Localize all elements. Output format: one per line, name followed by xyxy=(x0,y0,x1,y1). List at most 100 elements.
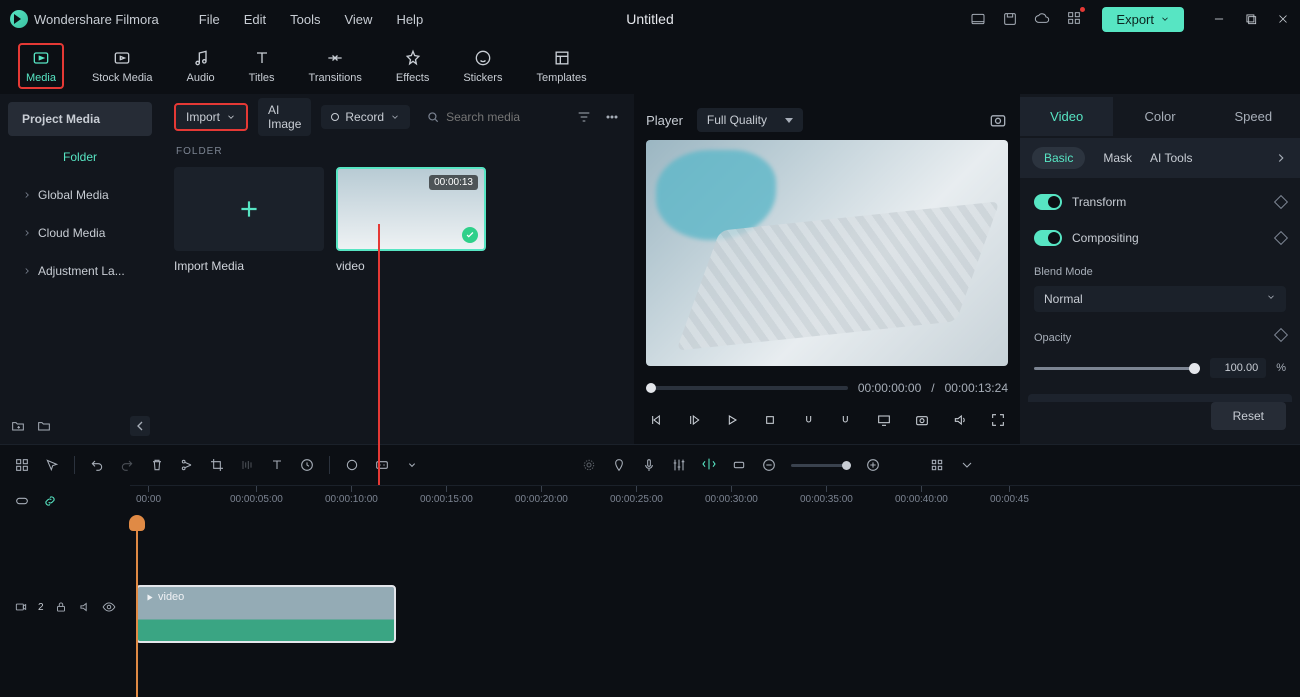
snapshot-icon[interactable] xyxy=(988,110,1008,130)
tab-transitions[interactable]: Transitions xyxy=(303,45,368,87)
tab-titles[interactable]: Titles xyxy=(243,45,281,87)
mixer-icon[interactable] xyxy=(671,457,687,473)
sidebar-collapse-button[interactable] xyxy=(130,416,150,436)
voiceover-icon[interactable] xyxy=(641,457,657,473)
menu-view[interactable]: View xyxy=(344,12,372,27)
scroll-right-icon[interactable] xyxy=(1274,151,1288,165)
new-bin-icon[interactable] xyxy=(36,418,52,434)
timeline-track-area[interactable]: video xyxy=(130,517,1300,693)
prop-tab-video[interactable]: Video xyxy=(1020,97,1113,136)
sidebar-project-media[interactable]: Project Media xyxy=(8,102,152,136)
menu-edit[interactable]: Edit xyxy=(244,12,266,27)
tab-stock-media[interactable]: Stock Media xyxy=(86,45,159,87)
stop-icon[interactable] xyxy=(762,412,778,428)
timeline-ruler[interactable]: 00:00 00:00:05:00 00:00:10:00 00:00:15:0… xyxy=(130,485,1300,517)
play-icon[interactable] xyxy=(724,412,740,428)
import-media-card[interactable]: Import Media xyxy=(174,167,324,273)
delete-icon[interactable] xyxy=(149,457,165,473)
media-clip-video[interactable]: 00:00:13 video xyxy=(336,167,486,273)
undo-icon[interactable] xyxy=(89,457,105,473)
keyframe-icon[interactable] xyxy=(1274,231,1288,245)
maximize-icon[interactable] xyxy=(1244,12,1258,26)
close-icon[interactable] xyxy=(1276,12,1290,26)
more-tools-icon[interactable] xyxy=(404,457,420,473)
menu-tools[interactable]: Tools xyxy=(290,12,320,27)
import-button[interactable]: Import xyxy=(174,103,248,131)
sidebar-cloud-media[interactable]: Cloud Media xyxy=(8,216,152,250)
layout-icon[interactable] xyxy=(970,11,986,27)
prop-tab-speed[interactable]: Speed xyxy=(1207,97,1300,136)
speed-icon[interactable] xyxy=(239,457,255,473)
transform-toggle[interactable] xyxy=(1034,194,1062,210)
link-icon[interactable] xyxy=(42,493,58,509)
record-button[interactable]: Record xyxy=(321,105,410,129)
prev-frame-icon[interactable] xyxy=(648,412,664,428)
snap-icon[interactable] xyxy=(731,457,747,473)
lock-icon[interactable] xyxy=(54,600,68,614)
redo-icon[interactable] xyxy=(119,457,135,473)
render-icon[interactable] xyxy=(299,457,315,473)
search-field[interactable] xyxy=(426,110,566,124)
display-icon[interactable] xyxy=(876,412,892,428)
prop-tab-color[interactable]: Color xyxy=(1113,97,1206,136)
text-icon[interactable] xyxy=(269,457,285,473)
crop-icon[interactable] xyxy=(209,457,225,473)
menu-help[interactable]: Help xyxy=(396,12,423,27)
blend-mode-select[interactable]: Normal xyxy=(1034,286,1286,312)
more-icon[interactable] xyxy=(604,109,620,125)
minimize-icon[interactable] xyxy=(1212,12,1226,26)
opacity-value[interactable]: 100.00 xyxy=(1210,358,1266,378)
apps-icon[interactable] xyxy=(1066,10,1082,26)
snapshot-btn-icon[interactable] xyxy=(914,412,930,428)
track-view-icon[interactable] xyxy=(929,457,945,473)
cloud-icon[interactable] xyxy=(1034,11,1050,27)
ai-image-button[interactable]: AI Image xyxy=(258,98,311,136)
play-from-start-icon[interactable] xyxy=(686,412,702,428)
subtab-mask[interactable]: Mask xyxy=(1103,151,1132,165)
volume-icon[interactable] xyxy=(952,412,968,428)
video-track-header[interactable]: 2 xyxy=(0,577,130,637)
filter-icon[interactable] xyxy=(576,109,592,125)
caption-icon[interactable] xyxy=(374,457,390,473)
mark-in-icon[interactable] xyxy=(800,412,816,428)
preview-viewport[interactable] xyxy=(646,140,1008,366)
subtab-ai-tools[interactable]: AI Tools xyxy=(1150,151,1192,165)
export-button[interactable]: Export xyxy=(1102,7,1184,32)
search-input[interactable] xyxy=(446,110,566,124)
quality-select[interactable]: Full Quality xyxy=(697,108,803,132)
tab-media[interactable]: Media xyxy=(18,43,64,89)
select-icon[interactable] xyxy=(44,457,60,473)
fullscreen-icon[interactable] xyxy=(990,412,1006,428)
auto-ripple-icon[interactable] xyxy=(701,456,717,472)
sidebar-adjustment-layers[interactable]: Adjustment La... xyxy=(8,254,152,288)
mark-out-icon[interactable] xyxy=(838,412,854,428)
seek-bar[interactable] xyxy=(646,386,848,390)
color-tag-icon[interactable] xyxy=(344,457,360,473)
sidebar-global-media[interactable]: Global Media xyxy=(8,178,152,212)
tab-templates[interactable]: Templates xyxy=(530,45,592,87)
timeline-clip[interactable]: video xyxy=(136,585,396,643)
reset-button[interactable]: Reset xyxy=(1211,402,1286,430)
marker-icon[interactable] xyxy=(611,457,627,473)
visibility-icon[interactable] xyxy=(102,600,116,614)
save-icon[interactable] xyxy=(1002,11,1018,27)
split-icon[interactable] xyxy=(179,457,195,473)
opacity-slider[interactable] xyxy=(1034,367,1200,370)
compositing-toggle[interactable] xyxy=(1034,230,1062,246)
ripple-icon[interactable] xyxy=(581,457,597,473)
link-toggle-icon[interactable] xyxy=(14,493,30,509)
tab-effects[interactable]: Effects xyxy=(390,45,435,87)
playhead[interactable] xyxy=(136,517,138,697)
tab-audio[interactable]: Audio xyxy=(181,45,221,87)
zoom-out-icon[interactable] xyxy=(761,457,777,473)
zoom-in-icon[interactable] xyxy=(865,457,881,473)
chevron-down-icon[interactable] xyxy=(959,457,975,473)
menu-file[interactable]: File xyxy=(199,12,220,27)
subtab-basic[interactable]: Basic xyxy=(1032,147,1085,169)
sidebar-folder[interactable]: Folder xyxy=(8,140,152,174)
grid-icon[interactable] xyxy=(14,457,30,473)
keyframe-icon[interactable] xyxy=(1274,195,1288,209)
new-folder-icon[interactable] xyxy=(10,418,26,434)
tab-stickers[interactable]: Stickers xyxy=(457,45,508,87)
keyframe-icon[interactable] xyxy=(1274,328,1288,342)
